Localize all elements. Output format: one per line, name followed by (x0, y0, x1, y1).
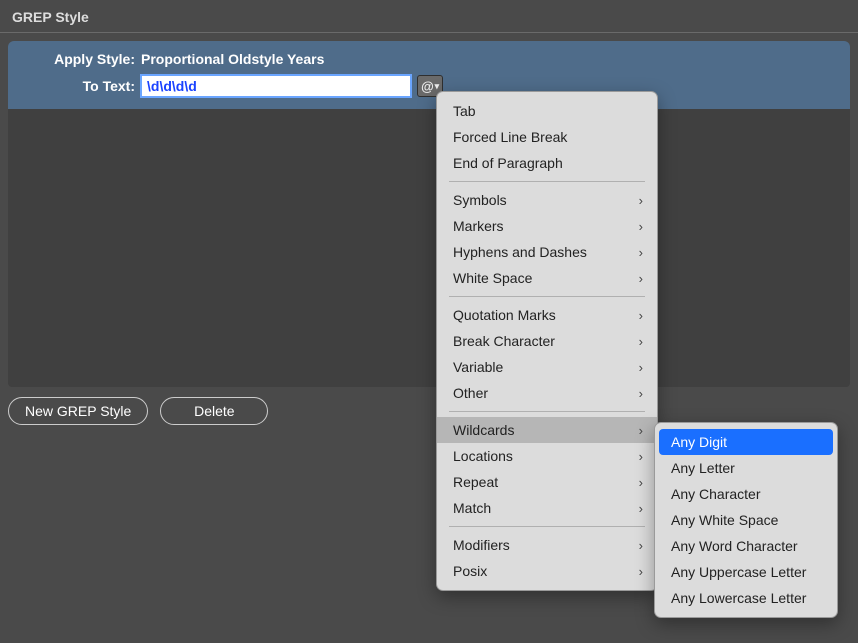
chevron-right-icon: › (639, 308, 643, 323)
menu-label: Any Digit (671, 434, 727, 450)
submenu-item-any-character[interactable]: Any Character (655, 481, 837, 507)
menu-label: Quotation Marks (453, 307, 556, 323)
at-icon: @ (421, 79, 434, 94)
chevron-right-icon: › (639, 423, 643, 438)
menu-label: Forced Line Break (453, 129, 567, 145)
chevron-right-icon: › (639, 219, 643, 234)
menu-label: Variable (453, 359, 503, 375)
delete-button[interactable]: Delete (160, 397, 268, 425)
menu-item-tab[interactable]: Tab (437, 98, 657, 124)
menu-label: Modifiers (453, 537, 510, 553)
menu-label: Wildcards (453, 422, 514, 438)
menu-item-quotation-marks[interactable]: Quotation Marks › (437, 302, 657, 328)
menu-label: Break Character (453, 333, 555, 349)
new-grep-style-button[interactable]: New GREP Style (8, 397, 148, 425)
apply-style-value[interactable]: Proportional Oldstyle Years (141, 51, 324, 67)
menu-separator (449, 296, 645, 297)
menu-label: End of Paragraph (453, 155, 563, 171)
chevron-right-icon: › (639, 538, 643, 553)
submenu-item-any-uppercase-letter[interactable]: Any Uppercase Letter (655, 559, 837, 585)
chevron-right-icon: › (639, 386, 643, 401)
menu-item-hyphens-dashes[interactable]: Hyphens and Dashes › (437, 239, 657, 265)
menu-separator (449, 526, 645, 527)
chevron-right-icon: › (639, 475, 643, 490)
panel-title: GREP Style (0, 0, 858, 32)
apply-style-label: Apply Style: (20, 51, 135, 67)
submenu-item-any-letter[interactable]: Any Letter (655, 455, 837, 481)
menu-item-other[interactable]: Other › (437, 380, 657, 406)
menu-item-match[interactable]: Match › (437, 495, 657, 521)
menu-label: Any Character (671, 486, 760, 502)
submenu-item-any-digit[interactable]: Any Digit (659, 429, 833, 455)
menu-label: Any Letter (671, 460, 735, 476)
menu-label: Locations (453, 448, 513, 464)
submenu-item-any-lowercase-letter[interactable]: Any Lowercase Letter (655, 585, 837, 611)
menu-label: Any Uppercase Letter (671, 564, 806, 580)
chevron-right-icon: › (639, 334, 643, 349)
menu-label: Hyphens and Dashes (453, 244, 587, 260)
menu-label: Any Lowercase Letter (671, 590, 806, 606)
menu-label: Posix (453, 563, 487, 579)
chevron-right-icon: › (639, 360, 643, 375)
menu-item-posix[interactable]: Posix › (437, 558, 657, 584)
menu-item-modifiers[interactable]: Modifiers › (437, 532, 657, 558)
menu-item-locations[interactable]: Locations › (437, 443, 657, 469)
menu-item-variable[interactable]: Variable › (437, 354, 657, 380)
chevron-right-icon: › (639, 564, 643, 579)
menu-label: Repeat (453, 474, 498, 490)
grep-styles-list-area (8, 109, 850, 387)
menu-label: Symbols (453, 192, 507, 208)
menu-separator (449, 181, 645, 182)
menu-label: Match (453, 500, 491, 516)
menu-item-wildcards[interactable]: Wildcards › (437, 417, 657, 443)
to-text-input[interactable] (141, 75, 411, 97)
menu-item-markers[interactable]: Markers › (437, 213, 657, 239)
menu-item-break-character[interactable]: Break Character › (437, 328, 657, 354)
chevron-right-icon: › (639, 271, 643, 286)
submenu-item-any-word-character[interactable]: Any Word Character (655, 533, 837, 559)
to-text-label: To Text: (20, 78, 135, 94)
menu-label: White Space (453, 270, 532, 286)
grep-style-entry[interactable]: Apply Style: Proportional Oldstyle Years… (8, 41, 850, 109)
chevron-right-icon: › (639, 501, 643, 516)
wildcards-submenu[interactable]: Any Digit Any Letter Any Character Any W… (654, 422, 838, 618)
menu-item-end-of-paragraph[interactable]: End of Paragraph (437, 150, 657, 176)
chevron-right-icon: › (639, 449, 643, 464)
grep-special-menu[interactable]: Tab Forced Line Break End of Paragraph S… (436, 91, 658, 591)
menu-item-symbols[interactable]: Symbols › (437, 187, 657, 213)
menu-label: Any Word Character (671, 538, 798, 554)
chevron-right-icon: › (639, 193, 643, 208)
menu-label: Other (453, 385, 488, 401)
menu-item-forced-line-break[interactable]: Forced Line Break (437, 124, 657, 150)
submenu-item-any-white-space[interactable]: Any White Space (655, 507, 837, 533)
menu-item-white-space[interactable]: White Space › (437, 265, 657, 291)
menu-label: Tab (453, 103, 476, 119)
menu-separator (449, 411, 645, 412)
chevron-right-icon: › (639, 245, 643, 260)
menu-item-repeat[interactable]: Repeat › (437, 469, 657, 495)
divider (0, 32, 858, 33)
chevron-down-icon: ▾ (435, 81, 440, 92)
menu-label: Markers (453, 218, 504, 234)
menu-label: Any White Space (671, 512, 778, 528)
